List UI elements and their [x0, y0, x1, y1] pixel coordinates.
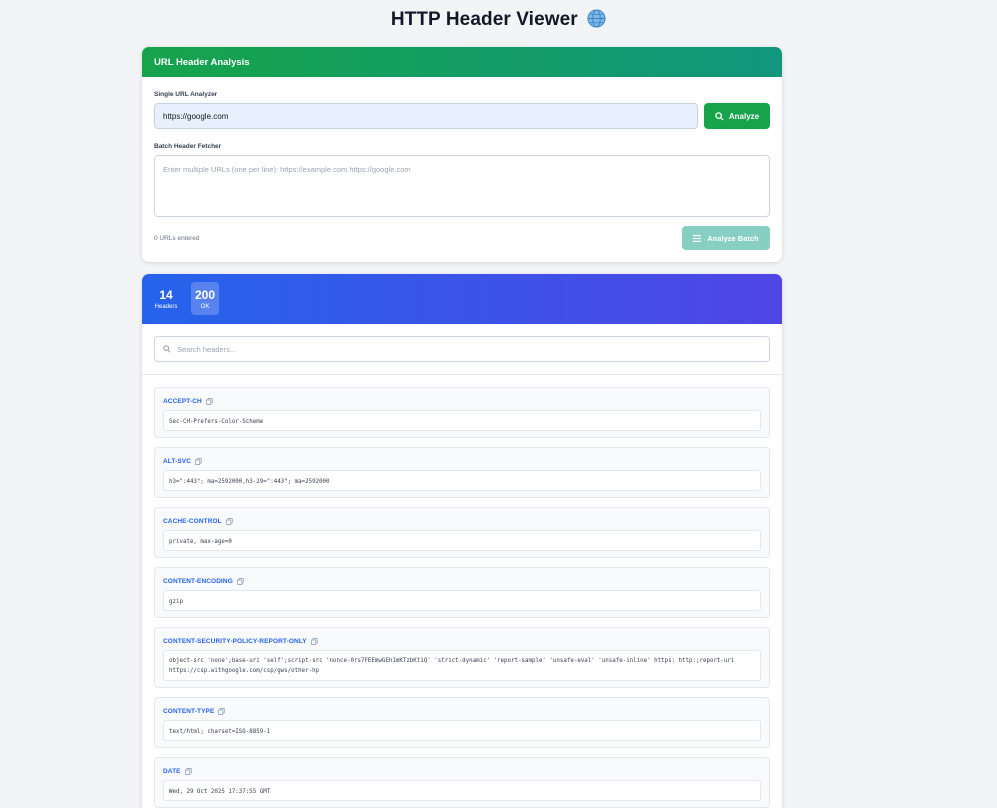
header-name-row: CONTENT-ENCODING [163, 578, 244, 585]
header-item: CONTENT-ENCODING gzip [154, 567, 770, 618]
header-item: CACHE-CONTROL private, max-age=0 [154, 507, 770, 558]
header-value: gzip [163, 590, 761, 611]
copy-icon[interactable] [225, 518, 233, 525]
header-count: 14 [159, 288, 173, 302]
status-text: OK [200, 304, 210, 310]
globe-icon [587, 9, 606, 28]
header-value: h3=":443"; ma=2592000,h3-29=":443"; ma=2… [163, 470, 761, 491]
analyze-button-label: Analyze [728, 111, 760, 121]
copy-icon[interactable] [205, 398, 213, 405]
header-value: object-src 'none';base-uri 'self';script… [163, 650, 761, 681]
page-title-text: HTTP Header Viewer [390, 9, 578, 30]
analyze-button[interactable]: Analyze [704, 103, 770, 129]
header-name: ACCEPT-CH [163, 398, 202, 405]
batch-fetcher-label: Batch Header Fetcher [154, 143, 222, 150]
header-name: ALT-SVC [163, 458, 192, 465]
copy-icon[interactable] [310, 638, 318, 645]
header-name: DATE [163, 768, 181, 775]
header-value: Wed, 29 Oct 2025 17:37:55 GMT [163, 780, 761, 801]
header-value: private, max-age=0 [163, 530, 761, 551]
copy-icon[interactable] [236, 578, 244, 585]
header-name-row: CACHE-CONTROL [163, 518, 233, 525]
search-placeholder: Search headers... [177, 344, 237, 354]
search-icon [715, 111, 724, 121]
list-icon [693, 234, 702, 242]
header-name: CONTENT-SECURITY-POLICY-REPORT-ONLY [163, 638, 307, 645]
header-count-stat: 14 Headers [152, 282, 180, 315]
url-count-text: 0 URLs entered [154, 235, 200, 242]
header-name-row: CONTENT-SECURITY-POLICY-REPORT-ONLY [163, 638, 318, 645]
header-name-row: ACCEPT-CH [163, 398, 213, 405]
copy-icon[interactable] [184, 768, 192, 775]
copy-icon[interactable] [218, 708, 226, 715]
header-count-label: Headers [154, 304, 178, 310]
header-item: ALT-SVC h3=":443"; ma=2592000,h3-29=":44… [154, 447, 770, 498]
status-code: 200 [194, 288, 216, 302]
single-url-label: Single URL Analyzer [154, 91, 218, 98]
divider [142, 374, 782, 375]
analyze-batch-button[interactable]: Analyze Batch [682, 226, 770, 250]
header-name-row: DATE [163, 768, 192, 775]
results-header: 14 Headers 200 OK [142, 274, 782, 324]
header-item: CONTENT-SECURITY-POLICY-REPORT-ONLY obje… [154, 627, 770, 688]
analyze-batch-label: Analyze Batch [707, 233, 759, 243]
header-item: ACCEPT-CH Sec-CH-Prefers-Color-Scheme [154, 387, 770, 438]
status-stat: 200 OK [191, 282, 219, 315]
batch-urls-textarea[interactable]: Enter multiple URLs (one per line): http… [154, 155, 770, 217]
header-name: CONTENT-TYPE [163, 708, 215, 715]
header-name-row: CONTENT-TYPE [163, 708, 226, 715]
results-card: 14 Headers 200 OK Search headers... ACCE… [142, 274, 782, 808]
header-name: CONTENT-ENCODING [163, 578, 233, 585]
copy-icon[interactable] [195, 458, 202, 465]
search-icon [163, 345, 171, 353]
header-name-row: ALT-SVC [163, 458, 202, 465]
header-value: text/html; charset=ISO-8859-1 [163, 720, 761, 741]
search-headers-input[interactable]: Search headers... [154, 336, 770, 362]
header-item: CONTENT-TYPE text/html; charset=ISO-8859… [154, 697, 770, 748]
header-name: CACHE-CONTROL [163, 518, 222, 525]
url-input[interactable]: https://google.com [154, 103, 698, 129]
url-analysis-header: URL Header Analysis [142, 47, 782, 77]
url-analysis-card: URL Header Analysis Single URL Analyzer … [142, 47, 782, 262]
page-title: HTTP Header Viewer [0, 9, 997, 31]
header-value: Sec-CH-Prefers-Color-Scheme [163, 410, 761, 431]
header-item: DATE Wed, 29 Oct 2025 17:37:55 GMT [154, 757, 770, 808]
